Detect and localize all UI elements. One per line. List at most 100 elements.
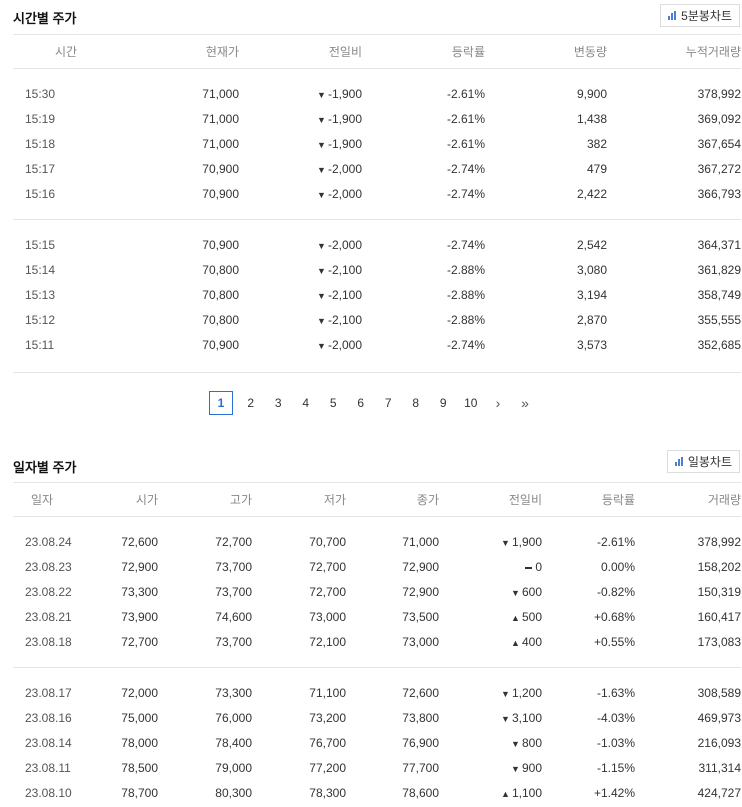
change-cell: 0 xyxy=(439,555,542,580)
next-page-icon[interactable]: › xyxy=(485,395,512,411)
open-cell: 73,900 xyxy=(121,610,158,624)
change-cell: ▼ -2,000 xyxy=(239,182,362,207)
high-cell: 73,700 xyxy=(215,585,252,599)
open-cell: 72,900 xyxy=(121,560,158,574)
page-9[interactable]: 9 xyxy=(430,396,458,410)
arrow-down-icon: ▼ xyxy=(317,90,326,100)
volume-cell: 424,727 xyxy=(697,786,741,800)
table-row: 15:17 70,900 ▼ -2,000 -2.74% 479 367,272 xyxy=(13,157,741,182)
table-row: 15:15 70,900 ▼ -2,000 -2.74% 2,542 364,371 xyxy=(13,233,741,258)
five-minute-chart-button[interactable]: 5분봉차트 xyxy=(660,4,740,27)
open-cell: 72,700 xyxy=(121,635,158,649)
rate-cell: +1.42% xyxy=(593,786,635,800)
row-spacer xyxy=(13,207,741,220)
table-row: 15:12 70,800 ▼ -2,100 -2.88% 2,870 355,555 xyxy=(13,308,741,333)
close-cell: 77,700 xyxy=(402,761,439,775)
volume-cell: 150,319 xyxy=(697,585,741,599)
col-header-rate: 등락률 xyxy=(542,482,635,517)
col-header-change: 전일비 xyxy=(439,482,542,517)
table-row: 15:16 70,900 ▼ -2,000 -2.74% 2,422 366,793 xyxy=(13,182,741,207)
arrow-down-icon: ▼ xyxy=(317,291,326,301)
low-cell: 77,200 xyxy=(309,761,346,775)
arrow-down-icon: ▼ xyxy=(317,341,326,351)
daily-section-title: 일자별 주가 xyxy=(13,460,77,475)
change-cell: ▼ -2,100 xyxy=(239,258,362,283)
rate-cell: -0.82% xyxy=(596,585,635,599)
last-page-icon[interactable]: » xyxy=(512,395,539,411)
volume-cell: 160,417 xyxy=(697,610,741,624)
arrow-down-icon: ▼ xyxy=(511,764,520,774)
page-3[interactable]: 3 xyxy=(265,396,293,410)
rate-cell: -4.03% xyxy=(596,711,635,725)
high-cell: 72,700 xyxy=(215,535,252,549)
price-cell: 70,800 xyxy=(202,288,239,302)
open-cell: 73,300 xyxy=(121,585,158,599)
time-cell: 15:15 xyxy=(25,238,56,252)
arrow-down-icon: ▼ xyxy=(317,140,326,150)
table-row: 23.08.24 72,600 72,700 70,700 71,000 ▼ 1,900 -2… xyxy=(13,530,741,555)
arrow-down-icon: ▼ xyxy=(317,115,326,125)
table-header-row: 시간 현재가 전일비 등락률 변동량 누적거래량 xyxy=(13,34,741,69)
arrow-down-icon: ▼ xyxy=(317,316,326,326)
table-row: 15:13 70,800 ▼ -2,100 -2.88% 3,194 358,749 xyxy=(13,283,741,308)
low-cell: 73,000 xyxy=(309,610,346,624)
high-cell: 73,300 xyxy=(215,686,252,700)
close-cell: 73,000 xyxy=(402,635,439,649)
change-cell: ▼ 1,900 xyxy=(439,530,542,555)
open-cell: 72,600 xyxy=(121,535,158,549)
change-value: 500 xyxy=(521,610,542,624)
page-1-current[interactable]: 1 xyxy=(209,391,233,415)
time-cell: 15:12 xyxy=(25,313,56,327)
table-row: 23.08.23 72,900 73,700 72,700 72,900 0 0.00% 15… xyxy=(13,555,741,580)
col-header-price: 현재가 xyxy=(121,34,239,69)
table-row: 15:11 70,900 ▼ -2,000 -2.74% 3,573 352,685 xyxy=(13,333,741,358)
price-cell: 71,000 xyxy=(202,87,239,101)
low-cell: 73,200 xyxy=(309,711,346,725)
date-cell: 23.08.10 xyxy=(25,786,72,800)
volume-cell: 3,080 xyxy=(576,263,607,277)
daily-chart-label: 일봉차트 xyxy=(687,455,732,469)
page-8[interactable]: 8 xyxy=(402,396,430,410)
close-cell: 73,500 xyxy=(402,610,439,624)
price-cell: 70,800 xyxy=(202,313,239,327)
group-divider xyxy=(13,667,741,681)
cum-volume-cell: 361,829 xyxy=(697,263,741,277)
rate-cell: -2.74% xyxy=(446,162,485,176)
col-header-cum-volume: 누적거래량 xyxy=(607,34,741,69)
volume-cell: 378,992 xyxy=(697,535,741,549)
daily-price-table: 일자 시가 고가 저가 종가 전일비 등락률 거래량 23.08.24 72,60… xyxy=(13,482,741,806)
low-cell: 76,700 xyxy=(309,736,346,750)
rate-cell: -2.74% xyxy=(446,187,485,201)
volume-cell: 469,973 xyxy=(697,711,741,725)
change-cell: ▼ -2,100 xyxy=(239,308,362,333)
row-spacer xyxy=(13,69,741,82)
cum-volume-cell: 355,555 xyxy=(697,313,741,327)
page-6[interactable]: 6 xyxy=(347,396,375,410)
page-7[interactable]: 7 xyxy=(375,396,403,410)
change-value: -2,100 xyxy=(327,263,362,277)
volume-cell: 216,093 xyxy=(697,736,741,750)
group-divider xyxy=(13,219,741,233)
page-5[interactable]: 5 xyxy=(320,396,348,410)
change-cell: ▼ -1,900 xyxy=(239,107,362,132)
price-cell: 70,900 xyxy=(202,338,239,352)
arrow-down-icon: ▼ xyxy=(501,714,510,724)
page-10[interactable]: 10 xyxy=(457,396,485,410)
page-4[interactable]: 4 xyxy=(292,396,320,410)
high-cell: 79,000 xyxy=(215,761,252,775)
change-cell: ▼ 1,200 xyxy=(439,681,542,706)
time-cell: 15:13 xyxy=(25,288,56,302)
date-cell: 23.08.18 xyxy=(25,635,72,649)
change-cell: ▼ -2,000 xyxy=(239,157,362,182)
low-cell: 72,100 xyxy=(309,635,346,649)
page-2[interactable]: 2 xyxy=(237,396,265,410)
low-cell: 78,300 xyxy=(309,786,346,800)
price-cell: 70,900 xyxy=(202,187,239,201)
volume-cell: 3,573 xyxy=(576,338,607,352)
rate-cell: -2.61% xyxy=(446,112,485,126)
col-header-high: 고가 xyxy=(158,482,252,517)
daily-chart-button[interactable]: 일봉차트 xyxy=(666,450,740,473)
volume-cell: 2,422 xyxy=(576,187,607,201)
rate-cell: -2.74% xyxy=(446,338,485,352)
cum-volume-cell: 367,272 xyxy=(697,162,741,176)
